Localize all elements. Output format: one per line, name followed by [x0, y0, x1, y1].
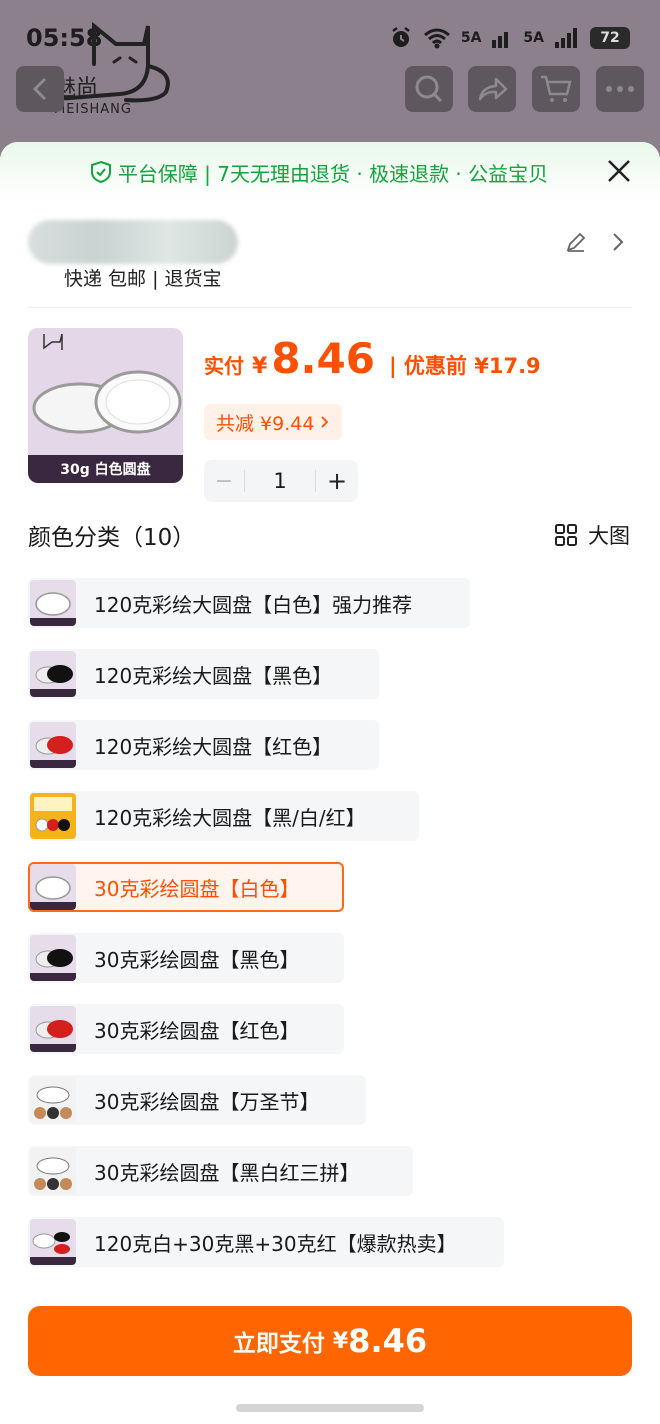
- option-thumbnail: [30, 1219, 76, 1265]
- option-label: 30克彩绘圆盘【黑白红三拼】: [94, 1160, 360, 1185]
- option-label: 120克彩绘大圆盘【黑色】: [94, 663, 333, 688]
- back-button[interactable]: [16, 66, 64, 112]
- more-button[interactable]: [596, 66, 644, 112]
- brand-subtitle: MEISHANG: [54, 102, 132, 117]
- signal-bars-icon: [492, 32, 509, 48]
- product-summary: 30g 白色圆盘 实付 ¥ 8.46 | 优惠前 ¥17.9 共减 ¥9.44 …: [28, 308, 632, 510]
- final-price: 8.46: [271, 334, 375, 383]
- signal-1-label: 5A: [460, 30, 482, 46]
- share-icon: [478, 77, 508, 101]
- wifi-icon: [423, 28, 450, 49]
- address-row[interactable]: 快递 包邮 | 退货宝: [28, 202, 632, 308]
- home-indicator: [236, 1404, 424, 1412]
- option-item[interactable]: 30克彩绘圆盘【白色】: [28, 862, 344, 912]
- pay-amount: 8.46: [348, 1322, 428, 1360]
- option-thumbnail: [30, 793, 76, 839]
- option-label: 120克彩绘大圆盘【白色】强力推荐: [94, 592, 413, 617]
- option-label: 30克彩绘圆盘【黑色】: [94, 947, 300, 972]
- discount-chip[interactable]: 共减 ¥9.44: [204, 404, 343, 440]
- option-item[interactable]: 30克彩绘圆盘【红色】: [28, 1004, 344, 1054]
- edit-pencil-icon[interactable]: [564, 230, 588, 254]
- cart-button[interactable]: [532, 66, 580, 112]
- more-dots-icon: [606, 86, 634, 92]
- option-item[interactable]: 120克彩绘大圆盘【红色】: [28, 720, 379, 770]
- option-thumbnail: [30, 1077, 76, 1123]
- decrease-button[interactable]: −: [204, 469, 244, 494]
- option-item[interactable]: 30克彩绘圆盘【黑白红三拼】: [28, 1146, 413, 1196]
- option-label: 30克彩绘圆盘【万圣节】: [94, 1089, 320, 1114]
- paid-label: 实付: [204, 354, 244, 378]
- chevron-right-icon: [321, 416, 329, 428]
- product-image[interactable]: 30g 白色圆盘: [28, 328, 183, 483]
- option-thumbnail: [30, 580, 76, 626]
- option-label: 30克彩绘圆盘【红色】: [94, 1018, 300, 1043]
- option-label: 30克彩绘圆盘【白色】: [94, 876, 300, 901]
- guarantee-banner: 平台保障 | 7天无理由退货 · 极速退款 · 公益宝贝: [0, 142, 660, 202]
- signal-bars-icon: [555, 28, 577, 48]
- quantity-value[interactable]: 1: [244, 470, 316, 492]
- cart-icon: [541, 75, 572, 102]
- option-item[interactable]: 120克彩绘大圆盘【白色】强力推荐: [28, 578, 470, 628]
- grid-icon: [555, 524, 577, 546]
- price-row: 实付 ¥ 8.46 | 优惠前 ¥17.9: [204, 334, 541, 383]
- pay-label: 立即支付: [232, 1331, 325, 1357]
- increase-button[interactable]: +: [316, 467, 358, 495]
- big-image-toggle[interactable]: 大图: [554, 520, 630, 550]
- option-thumbnail: [30, 722, 76, 768]
- close-icon[interactable]: [604, 156, 634, 186]
- chevron-right-icon[interactable]: [610, 230, 626, 254]
- option-label: 120克白+30克黑+30克红【爆款热卖】: [94, 1231, 457, 1256]
- share-button[interactable]: [468, 66, 516, 112]
- quantity-stepper: − 1 +: [204, 460, 358, 502]
- pay-currency: ¥: [332, 1328, 349, 1354]
- discount-text: 共减 ¥9.44: [216, 412, 315, 435]
- option-thumbnail: [30, 1148, 76, 1194]
- option-thumbnail: [30, 651, 76, 697]
- big-image-label: 大图: [588, 524, 630, 548]
- original-price: | 优惠前 ¥17.9: [388, 354, 541, 378]
- search-icon: [415, 75, 443, 103]
- option-thumbnail: [30, 935, 76, 981]
- option-item[interactable]: 120克白+30克黑+30克红【爆款热卖】: [28, 1217, 504, 1267]
- option-thumbnail: [30, 1006, 76, 1052]
- product-image-caption: 30g 白色圆盘: [28, 455, 183, 483]
- chevron-left-icon: [32, 77, 47, 101]
- guarantee-text: 平台保障 | 7天无理由退货 · 极速退款 · 公益宝贝: [117, 161, 549, 186]
- option-item[interactable]: 120克彩绘大圆盘【黑色】: [28, 649, 379, 699]
- battery-indicator: 72: [590, 27, 630, 49]
- option-item[interactable]: 30克彩绘圆盘【万圣节】: [28, 1075, 366, 1125]
- option-thumbnail: [30, 864, 76, 910]
- currency-symbol: ¥: [252, 354, 268, 379]
- address-redacted: [28, 220, 238, 264]
- signal-2-label: 5A: [523, 30, 544, 46]
- pay-now-button[interactable]: 立即支付 ¥ 8.46: [28, 1306, 632, 1376]
- search-button[interactable]: [405, 66, 453, 112]
- alarm-icon: [392, 27, 410, 47]
- option-label: 120克彩绘大圆盘【黑/白/红】: [94, 805, 366, 830]
- status-icons: 5A 5A 72: [389, 26, 630, 50]
- options-title: 颜色分类（10）: [28, 525, 196, 551]
- option-label: 120克彩绘大圆盘【红色】: [94, 734, 333, 759]
- shield-check-icon: [90, 160, 111, 184]
- option-item[interactable]: 120克彩绘大圆盘【黑/白/红】: [28, 791, 419, 841]
- delivery-info: 快递 包邮 | 退货宝: [64, 268, 222, 290]
- option-item[interactable]: 30克彩绘圆盘【黑色】: [28, 933, 344, 983]
